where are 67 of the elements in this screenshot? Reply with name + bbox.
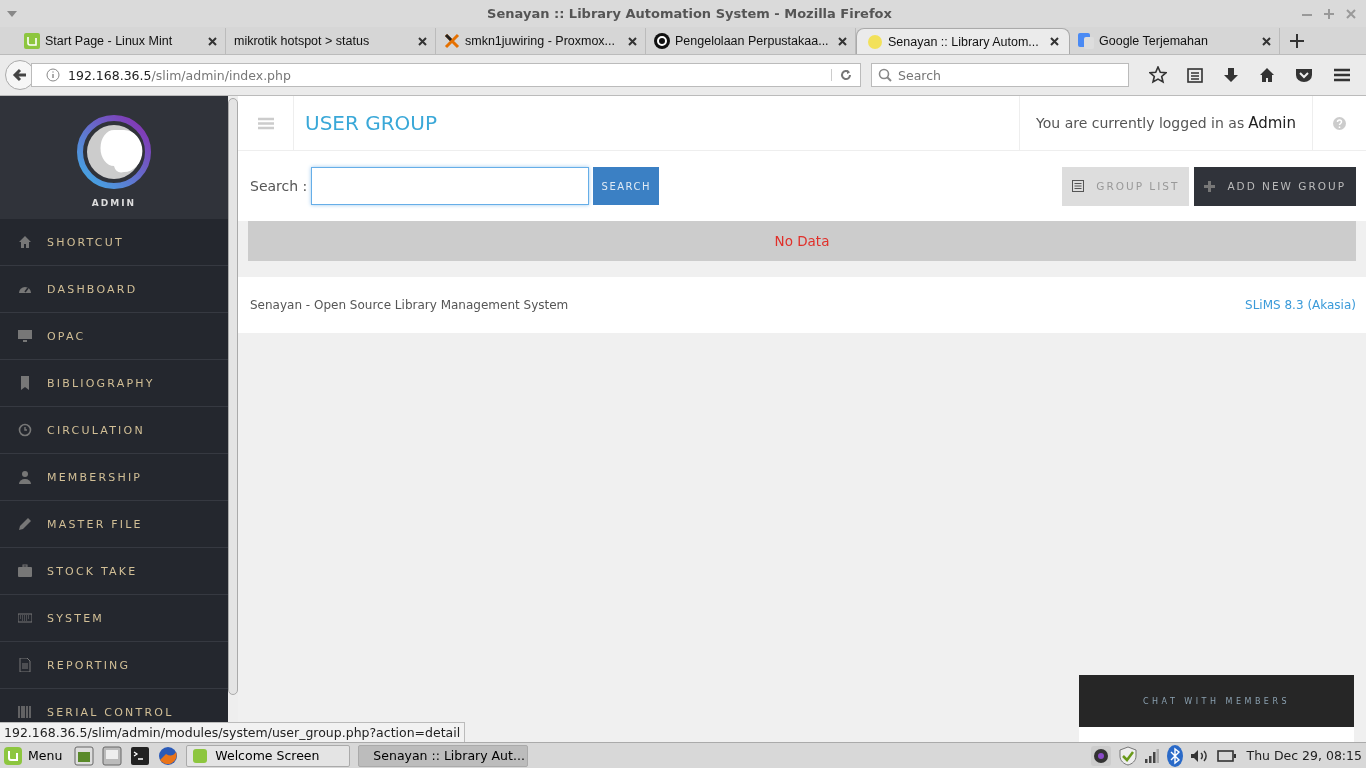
- home-icon: [18, 235, 32, 249]
- taskbar-window-button[interactable]: Welcome Screen: [186, 744, 351, 767]
- window-menu-icon[interactable]: [7, 10, 17, 17]
- close-tab-icon[interactable]: [1262, 36, 1271, 46]
- terminal-icon[interactable]: [130, 745, 151, 766]
- show-desktop-icon[interactable]: [74, 745, 95, 766]
- browser-tab[interactable]: Senayan :: Library Autom...: [856, 28, 1070, 54]
- close-tab-icon[interactable]: [628, 36, 637, 46]
- list-icon: [1072, 180, 1085, 192]
- plus-icon: [1204, 180, 1216, 192]
- close-tab-icon[interactable]: [418, 36, 427, 46]
- user-icon: [18, 470, 32, 484]
- reload-icon[interactable]: [831, 69, 852, 81]
- chat-header[interactable]: CHAT WITH MEMBERS: [1079, 675, 1354, 727]
- login-status: You are currently logged in as Admin: [1019, 96, 1312, 150]
- browser-tab[interactable]: mikrotik hotspot > status: [226, 28, 436, 54]
- browser-tab[interactable]: Google Terjemahan: [1070, 28, 1280, 54]
- address-bar[interactable]: 192.168.36.5/slim/admin/index.php: [31, 63, 861, 87]
- battery-icon[interactable]: [1216, 749, 1237, 762]
- pencil-icon: [18, 517, 32, 531]
- camera-icon[interactable]: [1090, 745, 1111, 766]
- close-tab-icon[interactable]: [838, 36, 847, 46]
- round-logo-icon: [654, 33, 670, 49]
- keyboard-icon: [18, 611, 32, 625]
- close-tab-icon[interactable]: [1050, 37, 1059, 46]
- volume-icon[interactable]: [1190, 748, 1209, 763]
- url-text: 192.168.36.5/slim/admin/index.php: [68, 67, 292, 83]
- back-arrow-icon: [12, 67, 28, 83]
- info-icon[interactable]: [46, 68, 60, 82]
- pocket-icon[interactable]: [1295, 67, 1313, 83]
- browser-tab[interactable]: Pengelolaan Perpustakaa...: [646, 28, 856, 54]
- monitor-icon: [18, 329, 32, 343]
- x-logo-icon: [444, 33, 460, 49]
- footer-text: Senayan - Open Source Library Management System: [250, 298, 569, 312]
- barcode-icon: [18, 705, 32, 719]
- browser-tab[interactable]: Start Page - Linux Mint: [16, 28, 226, 54]
- globe-icon[interactable]: [158, 745, 179, 766]
- computer-icon[interactable]: [102, 745, 123, 766]
- avatar-icon: [76, 113, 152, 190]
- clock: Thu Dec 29, 08:15: [1246, 748, 1362, 763]
- start-menu-button[interactable]: Menu: [4, 746, 63, 765]
- taskbar-window-button[interactable]: Senayan :: Library Aut...: [358, 744, 529, 767]
- shield-check-icon[interactable]: [1118, 745, 1137, 766]
- page-title: USER GROUP: [304, 111, 439, 135]
- bluetooth-icon[interactable]: [1166, 744, 1183, 767]
- download-icon[interactable]: [1223, 67, 1239, 83]
- list-icon[interactable]: [1187, 67, 1203, 83]
- search-icon: [878, 68, 892, 82]
- close-tab-icon[interactable]: [208, 36, 217, 46]
- browser-tab[interactable]: smkn1juwiring - Proxmox...: [436, 28, 646, 54]
- menu-icon[interactable]: [1333, 67, 1351, 83]
- add-new-group-button[interactable]: ADD NEW GROUP: [1194, 166, 1356, 206]
- signal-icon[interactable]: [1144, 748, 1159, 763]
- link-url-tooltip: 192.168.36.5/slim/admin/modules/system/user_group.php?action=detail: [0, 722, 466, 742]
- search-label: Search :: [250, 178, 308, 194]
- briefcase-icon: [18, 564, 32, 578]
- document-icon: [18, 658, 32, 672]
- clock-icon: [18, 423, 32, 437]
- user-name: ADMIN: [91, 197, 137, 208]
- home-icon[interactable]: [1259, 67, 1275, 83]
- no-data-message: No Data: [248, 221, 1356, 261]
- bookmark-icon: [18, 376, 32, 390]
- window-title: Senayan :: Library Automation System - Mozilla Firefox: [486, 6, 893, 21]
- star-icon[interactable]: [1149, 66, 1167, 84]
- chat-panel[interactable]: CHAT WITH MEMBERS: [1079, 675, 1354, 742]
- search-input[interactable]: [311, 167, 590, 205]
- search-field[interactable]: Search: [871, 63, 1129, 87]
